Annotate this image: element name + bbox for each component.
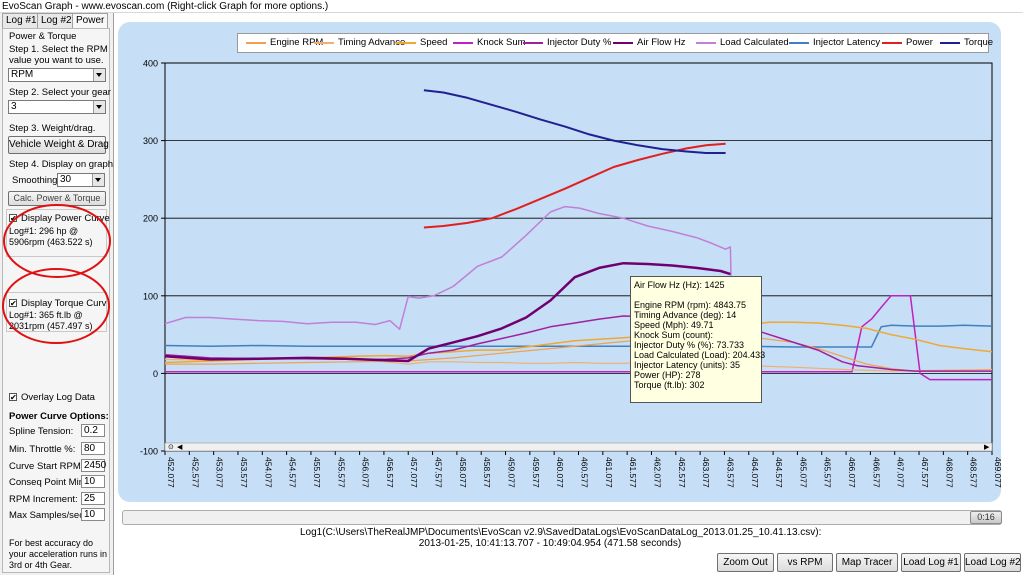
plot-frame [164, 62, 993, 452]
y-tick-label: 0 [153, 369, 158, 379]
log-time-range: 2013-01-25, 10:41:13.707 - 10:49:04.954 … [418, 538, 682, 549]
tip-line2: your acceleration runs in [9, 549, 108, 559]
zoom-icon: ⊙ [168, 443, 174, 451]
x-tick-label: 458.077 [458, 457, 468, 488]
x-tick-label: 462.577 [677, 457, 687, 488]
x-tick-label: 453.577 [239, 457, 249, 488]
x-tick-label: 458.577 [482, 457, 492, 488]
x-tick-label: 457.077 [409, 457, 419, 488]
y-tick-label: 300 [143, 136, 158, 146]
x-tick-label: 452.077 [166, 457, 176, 488]
scroll-right-icon: ▶ [984, 443, 990, 451]
annotation-circle-power [3, 204, 111, 278]
legend-swatch [789, 42, 809, 44]
y-tick-label: -100 [140, 447, 158, 457]
x-tick-label: 455.077 [312, 457, 322, 488]
x-tick-label: 461.577 [628, 457, 638, 488]
legend-label: Speed [420, 37, 448, 48]
x-tick-label: 461.077 [604, 457, 614, 488]
legend-label: Power [906, 37, 933, 48]
x-tick-label: 454.077 [263, 457, 273, 488]
y-tick-label: 100 [143, 291, 158, 301]
legend-label: Injector Duty % [547, 37, 612, 48]
scrollbar-thumb[interactable]: 0:16 [970, 511, 1002, 524]
zoom-out-button[interactable]: Zoom Out [717, 553, 774, 572]
graph-plot[interactable]: 400 300 200 100 0 -100 452.077 452.577 453.077 45… [0, 0, 1023, 510]
x-tick-label: 466.077 [847, 457, 857, 488]
y-tick-label: 200 [143, 214, 158, 224]
x-tick-label: 459.577 [531, 457, 541, 488]
time-scrollbar[interactable] [122, 510, 1002, 525]
chart-hscroll [164, 442, 993, 452]
tooltip-line: Load Calculated (Load): 204.433 [634, 350, 766, 360]
x-tick-label: 454.577 [288, 457, 298, 488]
legend-swatch [314, 42, 334, 44]
scroll-left-icon: ◀ [177, 443, 183, 451]
x-tick-label: 467.577 [920, 457, 930, 488]
legend-label: Injector Latency [813, 37, 881, 48]
max-samples-label: Max Samples/sec: [9, 510, 87, 521]
x-tick-label: 463.577 [725, 457, 735, 488]
x-tick-label: 469.077 [993, 457, 1003, 488]
map-tracer-button[interactable]: Map Tracer [836, 553, 898, 572]
data-tooltip: Air Flow Hz (Hz): 1425 Engine RPM (rpm):… [630, 276, 766, 403]
x-tick-label: 463.077 [701, 457, 711, 488]
tooltip-line: Power (HP): 278 [634, 370, 701, 380]
x-tick-label: 456.577 [385, 457, 395, 488]
x-tick-label: 468.077 [944, 457, 954, 488]
tooltip-line: Knock Sum (count): [634, 330, 714, 340]
legend-label: Torque [964, 37, 994, 48]
legend-swatch [453, 42, 473, 44]
x-tick-label: 464.077 [750, 457, 760, 488]
tip-line1: For best accuracy do [9, 538, 94, 548]
x-tick-label: 468.577 [969, 457, 979, 488]
x-tick-label: 455.577 [336, 457, 346, 488]
vs-rpm-button[interactable]: vs RPM [777, 553, 833, 572]
x-tick-label: 460.077 [555, 457, 565, 488]
x-tick-label: 466.577 [871, 457, 881, 488]
tooltip-line: Air Flow Hz (Hz): 1425 [634, 280, 725, 290]
legend-swatch [940, 42, 960, 44]
load-log-1-button[interactable]: Load Log #1 [901, 553, 961, 572]
x-tick-label: 464.577 [774, 457, 784, 488]
x-tick-label: 462.077 [652, 457, 662, 488]
load-log-2-button[interactable]: Load Log #2 [964, 553, 1021, 572]
x-tick-label: 457.577 [434, 457, 444, 488]
tooltip-line: Speed (Mph): 49.71 [634, 320, 714, 330]
legend-label: Load Calculated [720, 37, 789, 48]
y-tick-label: 400 [143, 59, 158, 69]
x-tick-label: 465.077 [798, 457, 808, 488]
graph-legend: Engine RPM Timing Advance Speed Knock Sum In… [237, 33, 993, 53]
x-tick-label: 452.577 [190, 457, 200, 488]
x-tick-label: 467.077 [896, 457, 906, 488]
tooltip-line: Torque (ft.lb): 302 [634, 380, 705, 390]
annotation-circle-torque [2, 268, 110, 344]
tooltip-line [634, 290, 761, 300]
tooltip-line: Timing Advance (deg): 14 [634, 310, 737, 320]
tooltip-line: Injector Duty % (%): 73.733 [634, 340, 745, 350]
x-tick-label: 465.577 [823, 457, 833, 488]
tip-line3: 3rd or 4th Gear. [9, 560, 73, 570]
tooltip-line: Injector Latency (units): 35 [634, 360, 741, 370]
x-tick-label: 459.077 [507, 457, 517, 488]
log-file-path: Log1(C:\Users\TheRealJMP\Documents\EvoSc… [300, 527, 822, 538]
x-tick-label: 456.077 [361, 457, 371, 488]
legend-swatch [523, 42, 543, 44]
legend-label: Air Flow Hz [637, 37, 686, 48]
legend-swatch [882, 42, 902, 44]
legend-label: Knock Sum [477, 37, 526, 48]
legend-swatch [613, 42, 633, 44]
x-tick-label: 460.577 [580, 457, 590, 488]
tooltip-line: Engine RPM (rpm): 4843.75 [634, 300, 747, 310]
x-tick-label: 453.077 [215, 457, 225, 488]
legend-swatch [246, 42, 266, 44]
legend-swatch [696, 42, 716, 44]
legend-swatch [396, 42, 416, 44]
